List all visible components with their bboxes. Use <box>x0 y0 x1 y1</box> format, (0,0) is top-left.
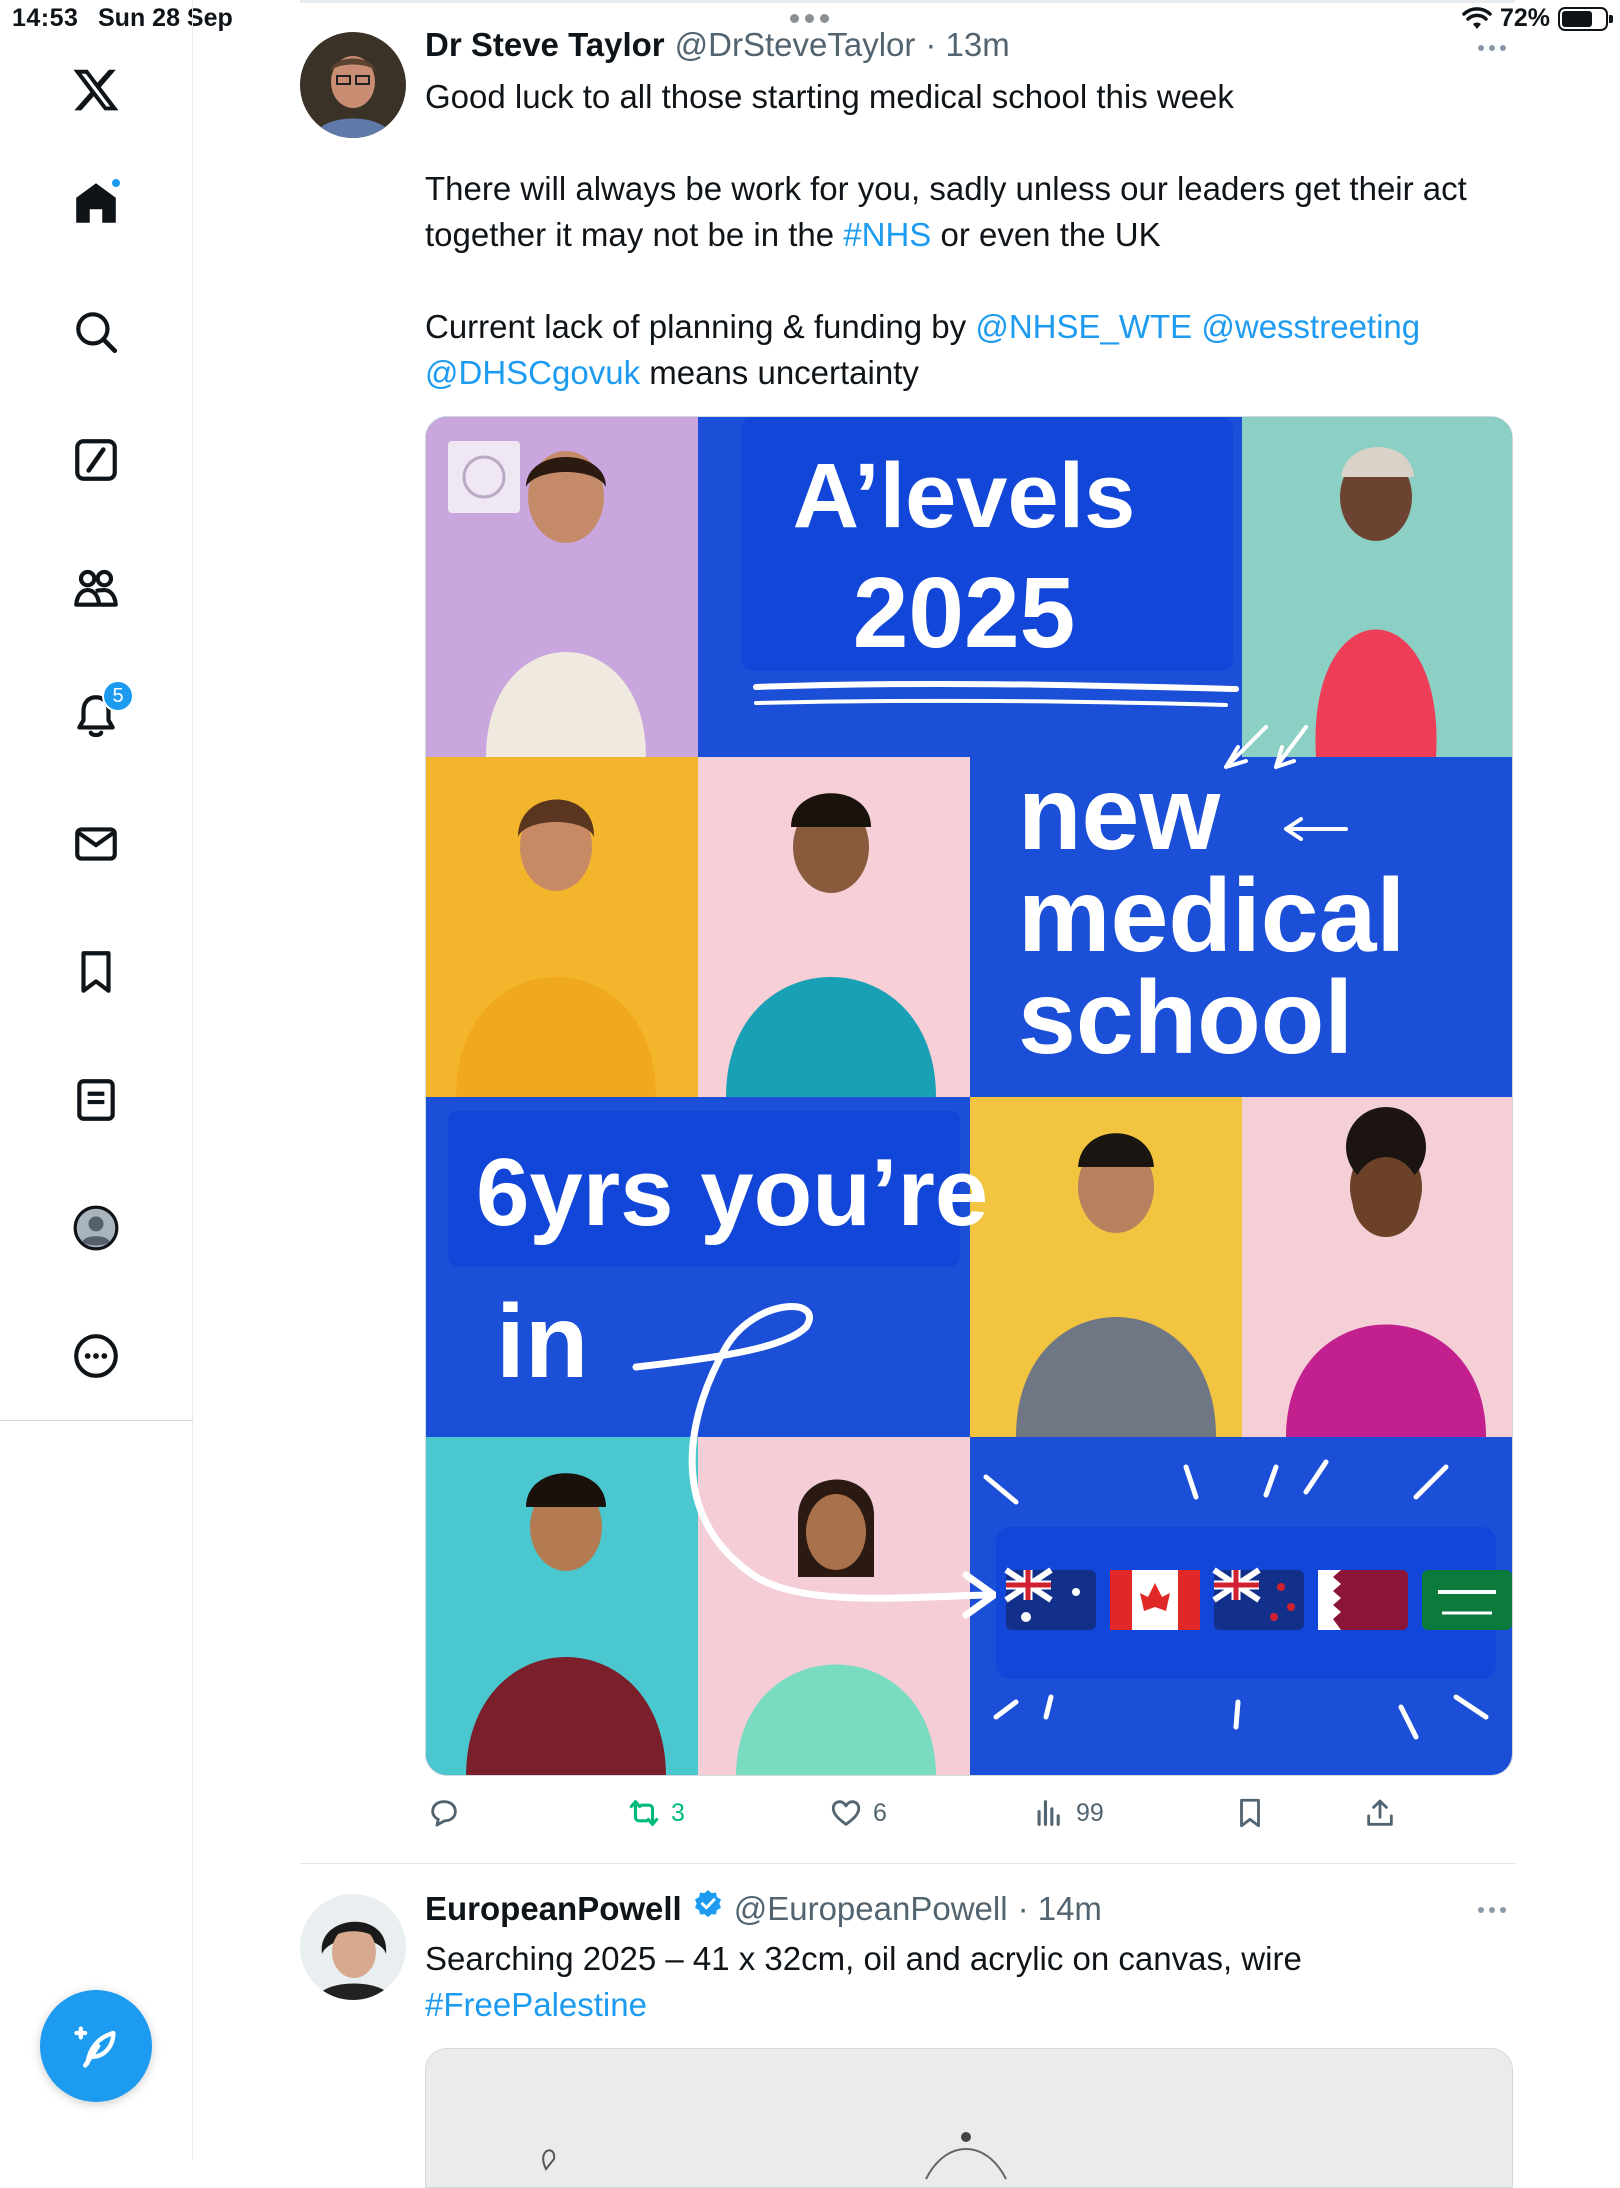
sidebar-item-lists[interactable] <box>58 1062 134 1138</box>
sidebar-item-explore[interactable] <box>58 294 134 370</box>
tweet-header: Dr Steve Taylor @DrSteveTaylor · 13m <box>425 26 1010 64</box>
mention-link[interactable]: @NHSE_WTE <box>975 308 1192 345</box>
tweet-timestamp[interactable]: · 14m <box>1018 1890 1102 1928</box>
sidebar-item-more[interactable] <box>58 1318 134 1394</box>
sidebar-item-profile[interactable] <box>58 1190 134 1266</box>
poster-text-in: in <box>496 1284 588 1400</box>
mention-link[interactable]: @DHSCgovuk <box>425 354 640 391</box>
tweet-text-line: Good luck to all those starting medical … <box>425 78 1234 115</box>
more-circle-icon <box>74 1334 118 1378</box>
sidebar-item-messages[interactable] <box>58 806 134 882</box>
like-button[interactable]: 6 <box>829 1796 887 1830</box>
views-button[interactable]: 99 <box>1032 1796 1104 1830</box>
tweet-separator <box>300 1863 1515 1864</box>
battery-percent: 72% <box>1499 4 1550 32</box>
reply-button[interactable] <box>427 1796 471 1830</box>
canada-flag-icon <box>1110 1570 1200 1630</box>
hashtag-link[interactable]: #FreePalestine <box>425 1986 647 2023</box>
tweet-image[interactable]: A’levels 2025 new medical school 6yrs yo… <box>425 416 1513 1776</box>
tweet-text: Good luck to all those starting medical … <box>425 74 1515 396</box>
multitasking-handle[interactable] <box>790 14 829 23</box>
tweet-text-paragraph: There will always be work for you, sadly… <box>425 166 1515 258</box>
tweet-text-line: Searching 2025 – 41 x 32cm, oil and acry… <box>425 1940 1302 1977</box>
poster-text-school: school <box>1018 960 1353 1076</box>
analytics-icon <box>1037 1800 1060 1826</box>
bookmark-icon <box>81 951 111 993</box>
tweet-image[interactable] <box>425 2048 1513 2188</box>
tweet-text-span: means uncertainty <box>640 354 919 391</box>
author-avatar[interactable] <box>300 1894 406 2000</box>
retweet-icon <box>629 1800 659 1826</box>
australia-flag-icon <box>1004 1567 1096 1630</box>
compose-feather-icon <box>74 2026 116 2068</box>
new-zealand-flag-icon <box>1212 1567 1304 1630</box>
reply-icon <box>431 1800 457 1827</box>
poster-title-line1: A’levels <box>793 445 1136 547</box>
mention-link[interactable]: @wesstreeting <box>1201 308 1420 345</box>
sidebar-item-bookmarks[interactable] <box>58 934 134 1010</box>
bookmark-icon <box>1240 1798 1260 1828</box>
tweet-text: Searching 2025 – 41 x 32cm, oil and acry… <box>425 1936 1515 2028</box>
heart-icon <box>831 1800 861 1826</box>
mail-icon <box>75 827 117 861</box>
share-button[interactable] <box>1363 1796 1397 1830</box>
grok-icon <box>75 439 117 481</box>
sidebar-item-grok[interactable] <box>58 422 134 498</box>
feed-top-border <box>300 0 1515 3</box>
tweet-text-span: or even the UK <box>931 216 1161 253</box>
sidebar-item-home[interactable] <box>58 165 134 241</box>
saudi-arabia-flag-icon <box>1422 1570 1512 1630</box>
views-count: 99 <box>1076 1798 1104 1827</box>
qatar-flag-icon <box>1318 1570 1408 1630</box>
share-icon <box>1367 1799 1393 1826</box>
profile-icon <box>73 1205 119 1251</box>
author-handle[interactable]: @DrSteveTaylor <box>675 26 916 64</box>
poster-text-years: 6yrs you’re <box>476 1139 988 1246</box>
wifi-icon <box>1462 6 1492 29</box>
notification-count-badge: 5 <box>102 680 134 712</box>
communities-icon <box>74 569 118 607</box>
tweet-timestamp[interactable]: · 13m <box>925 26 1009 64</box>
poster-title-line2: 2025 <box>853 557 1075 669</box>
author-avatar[interactable] <box>300 32 406 138</box>
like-count: 6 <box>873 1798 887 1827</box>
tweet-more-icon[interactable] <box>1478 38 1518 58</box>
retweet-count: 3 <box>671 1798 685 1827</box>
author-handle[interactable]: @EuropeanPowell <box>734 1890 1008 1928</box>
poster-text-medical: medical <box>1018 858 1405 974</box>
tweet-text-span: Current lack of planning & funding by <box>425 308 976 345</box>
tweet-text-paragraph: Current lack of planning & funding by @N… <box>425 304 1515 396</box>
sidebar-item-notifications[interactable]: 5 <box>58 678 134 754</box>
bookmark-button[interactable] <box>1233 1796 1267 1830</box>
sidebar-divider <box>0 1420 193 1421</box>
status-indicators: 72% <box>1462 4 1613 33</box>
poster-text-new: new <box>1018 756 1221 872</box>
tweet-header: EuropeanPowell @EuropeanPowell · 14m <box>425 1888 1102 1928</box>
hashtag-link[interactable]: #NHS <box>843 216 931 253</box>
unread-dot <box>110 177 122 189</box>
verified-badge-icon <box>694 1890 721 1918</box>
list-icon <box>77 1079 115 1121</box>
author-name[interactable]: EuropeanPowell <box>425 1890 682 1928</box>
author-name[interactable]: Dr Steve Taylor <box>425 26 665 64</box>
sidebar: 5 <box>0 0 193 2160</box>
search-icon <box>76 312 118 354</box>
crest-logo <box>448 441 520 513</box>
sidebar-item-communities[interactable] <box>58 550 134 626</box>
x-logo-icon[interactable] <box>58 52 134 128</box>
retweet-button[interactable]: 3 <box>627 1796 685 1830</box>
tweet-more-icon[interactable] <box>1478 1900 1518 1920</box>
compose-post-button[interactable] <box>40 1990 152 2102</box>
battery-icon <box>1558 6 1613 31</box>
